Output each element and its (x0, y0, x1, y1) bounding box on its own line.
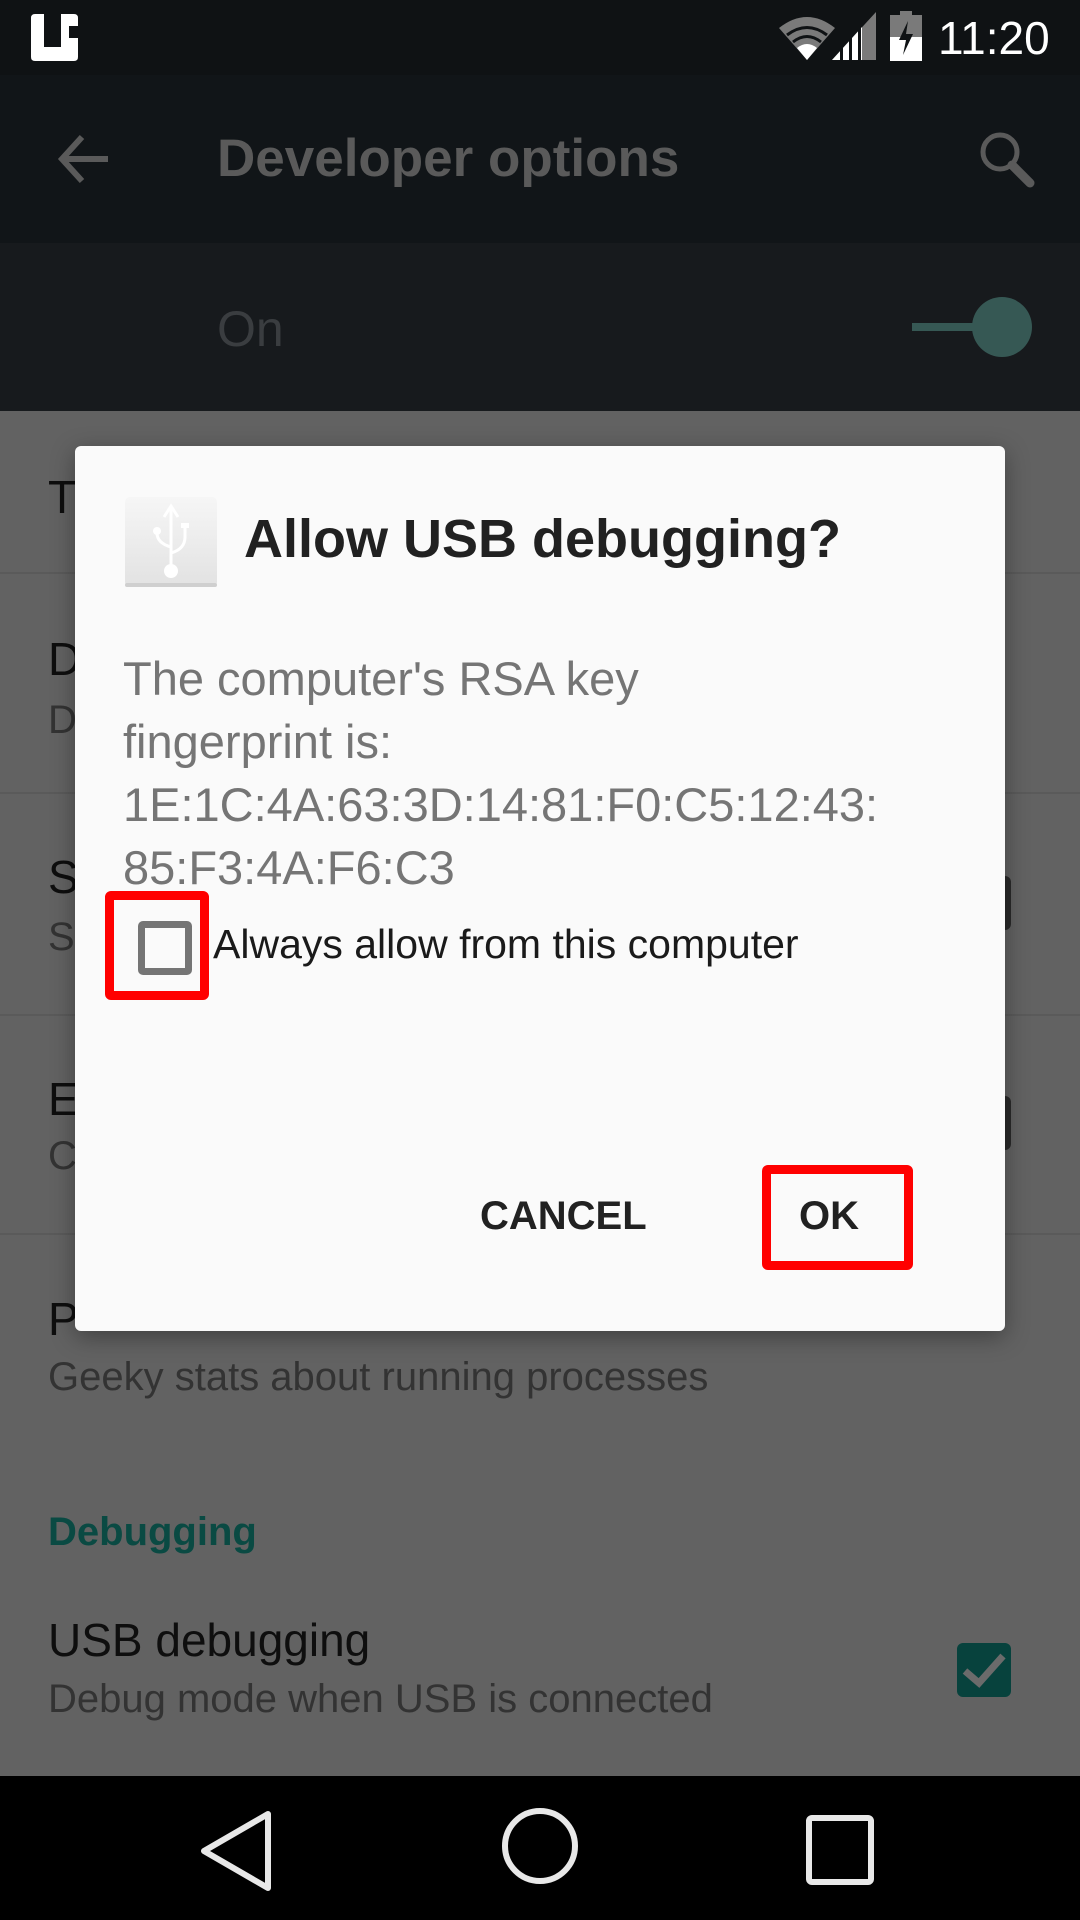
list-item-subtitle: S (48, 915, 75, 959)
usb-debugging-checkbox[interactable] (957, 1643, 1011, 1697)
battery-charging-icon (890, 11, 922, 61)
always-allow-checkbox[interactable] (138, 921, 192, 975)
ok-button[interactable]: OK (799, 1193, 859, 1239)
usb-debugging-subtitle: Debug mode when USB is connected (48, 1677, 713, 1721)
list-item-subtitle: Geeky stats about running processes (48, 1355, 709, 1399)
nav-home-icon[interactable] (500, 1806, 580, 1886)
section-header-debugging: Debugging (48, 1510, 257, 1554)
search-icon[interactable] (975, 128, 1039, 192)
list-item-subtitle: D (48, 698, 77, 742)
checkmark-icon (962, 1653, 1006, 1688)
wifi-icon (779, 17, 835, 60)
switch-track[interactable] (912, 323, 974, 331)
nav-back-icon[interactable] (198, 1808, 274, 1894)
nav-recents-icon[interactable] (805, 1814, 875, 1886)
dialog-title: Allow USB debugging? (244, 509, 841, 569)
switch-thumb[interactable] (972, 297, 1032, 357)
page-title: Developer options (217, 129, 680, 188)
cancel-button[interactable]: CANCEL (480, 1193, 647, 1239)
list-item-title[interactable]: T (48, 471, 76, 523)
notification-app-icon (31, 14, 78, 61)
usb-debugging-dialog: Allow USB debugging? The computer's RSA … (75, 446, 1005, 1331)
list-item-subtitle: C (48, 1134, 77, 1178)
dialog-message: The computer's RSA key fingerprint is: 1… (123, 647, 983, 899)
switch-label: On (217, 301, 284, 357)
cell-signal-icon (832, 12, 876, 60)
back-arrow-icon[interactable] (56, 131, 112, 187)
usb-debugging-title[interactable]: USB debugging (48, 1614, 370, 1666)
rsa-fingerprint-line: 85:F3:4A:F6:C3 (123, 841, 455, 894)
rsa-fingerprint-line: 1E:1C:4A:63:3D:14:81:F0:C5:12:43: (123, 778, 879, 831)
status-clock: 11:20 (938, 12, 1050, 64)
message-line: fingerprint is: (123, 715, 393, 768)
message-line: The computer's RSA key (123, 652, 639, 705)
always-allow-row[interactable]: Always allow from this computer (105, 891, 905, 1001)
ok-button-area[interactable]: OK (762, 1165, 913, 1270)
usb-icon (125, 497, 217, 587)
always-allow-label[interactable]: Always allow from this computer (213, 919, 799, 969)
